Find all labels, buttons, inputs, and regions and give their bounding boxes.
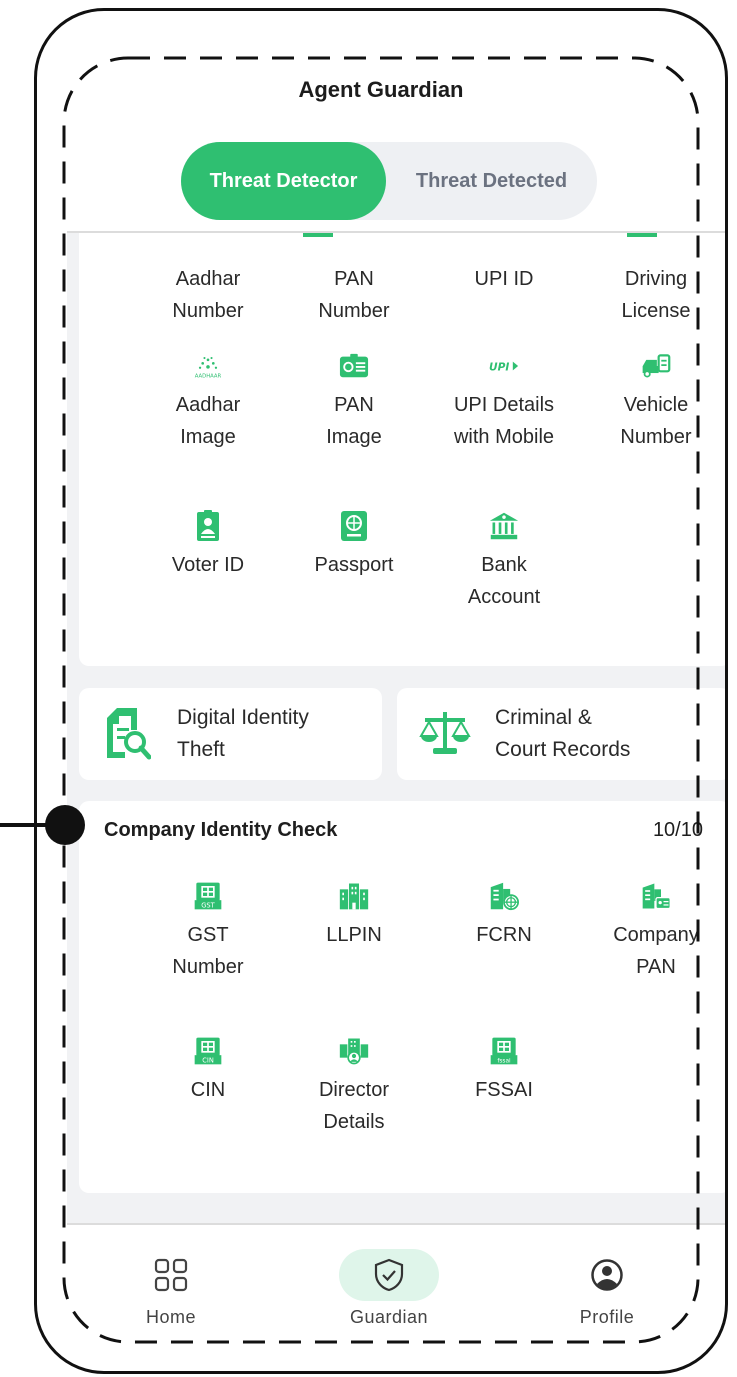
item-aadhar-number[interactable]: Aadhar Number bbox=[143, 263, 273, 327]
fssai-icon: fssai bbox=[489, 1036, 519, 1066]
digital-identity-theft-card[interactable]: Digital Identity Theft bbox=[79, 688, 382, 780]
item-gst-number[interactable]: GST GST Number bbox=[143, 881, 273, 983]
item-label: PAN Number bbox=[318, 268, 390, 322]
profile-icon bbox=[557, 1249, 657, 1301]
voter-id-icon bbox=[193, 510, 223, 541]
bottom-nav-divider bbox=[67, 1223, 725, 1225]
item-passport[interactable]: Passport bbox=[289, 511, 419, 581]
item-cin[interactable]: CIN CIN bbox=[143, 1036, 273, 1106]
item-label: FCRN bbox=[476, 924, 532, 946]
item-label: Passport bbox=[314, 554, 394, 576]
cut-icon bbox=[627, 233, 657, 237]
cut-icon bbox=[303, 233, 333, 237]
cin-icon-text: CIN bbox=[202, 1057, 214, 1065]
criminal-court-records-card[interactable]: Criminal & Court Records bbox=[397, 688, 725, 780]
gst-icon-text: GST bbox=[201, 902, 215, 910]
item-fcrn[interactable]: FCRN bbox=[439, 881, 569, 951]
item-label: Aadhar Number bbox=[172, 268, 244, 322]
item-voter-id[interactable]: Voter ID bbox=[143, 510, 273, 581]
vehicle-icon bbox=[641, 351, 671, 381]
shield-check-icon bbox=[339, 1249, 439, 1301]
scales-icon bbox=[419, 710, 471, 761]
item-label: GST Number bbox=[172, 924, 244, 978]
callout-marker bbox=[45, 805, 85, 845]
nav-profile-label: Profile bbox=[579, 1307, 635, 1327]
cin-icon: CIN bbox=[193, 1036, 223, 1066]
item-label: UPI ID bbox=[474, 268, 534, 290]
criminal-court-label: Criminal & Court Records bbox=[495, 706, 631, 761]
item-label: Director Details bbox=[318, 1079, 389, 1133]
company-identity-card: Company Identity Check 10/10 GST GST Num… bbox=[79, 801, 725, 1193]
item-vehicle-number[interactable]: Vehicle Number bbox=[591, 351, 721, 453]
item-upi-details[interactable]: UPI UPI Details with Mobile bbox=[439, 351, 569, 453]
upi-logo-icon: UPI bbox=[489, 351, 519, 381]
pan-card-icon bbox=[339, 351, 369, 381]
phone-frame: Agent Guardian Threat Detector Threat De… bbox=[34, 8, 728, 1374]
item-label: CIN bbox=[190, 1079, 226, 1101]
item-fssai[interactable]: fssai FSSAI bbox=[439, 1036, 569, 1106]
upi-logo-text: UPI bbox=[489, 361, 509, 373]
item-label: FSSAI bbox=[475, 1079, 533, 1101]
home-icon bbox=[121, 1249, 221, 1301]
passport-icon bbox=[339, 511, 369, 541]
item-label: Company PAN bbox=[613, 924, 699, 978]
item-label: Driving License bbox=[621, 268, 691, 322]
tab-threat-detected[interactable]: Threat Detected bbox=[386, 142, 597, 220]
nav-home[interactable]: Home bbox=[111, 1249, 231, 1328]
item-company-pan[interactable]: Company PAN bbox=[591, 881, 721, 983]
item-label: LLPIN bbox=[326, 924, 382, 946]
building-globe-icon bbox=[489, 881, 519, 911]
company-card-title: Company Identity Check bbox=[104, 819, 338, 841]
document-search-icon bbox=[103, 708, 152, 765]
digital-identity-label: Digital Identity Theft bbox=[177, 706, 309, 761]
nav-home-label: Home bbox=[145, 1307, 196, 1327]
bank-icon bbox=[489, 511, 519, 541]
item-pan-number[interactable]: PAN Number bbox=[289, 263, 419, 327]
item-llpin[interactable]: LLPIN bbox=[289, 881, 419, 951]
page-title: Agent Guardian bbox=[298, 77, 464, 102]
identity-card: Aadhar Number PAN Number UPI ID Driving … bbox=[79, 233, 725, 666]
nav-profile[interactable]: Profile bbox=[547, 1249, 667, 1328]
screen: Agent Guardian Threat Detector Threat De… bbox=[37, 11, 725, 1371]
item-director-details[interactable]: Director Details bbox=[289, 1036, 419, 1138]
fssai-icon-text: fssai bbox=[497, 1059, 511, 1065]
nav-guardian-label: Guardian bbox=[349, 1307, 429, 1327]
item-label: Voter ID bbox=[171, 554, 245, 576]
building-card-icon bbox=[641, 881, 671, 911]
gst-icon: GST bbox=[193, 881, 223, 911]
item-aadhar-image[interactable]: AADHAAR Aadhar Image bbox=[143, 351, 273, 453]
building-person-icon bbox=[339, 1036, 369, 1066]
company-check-count: 10/10 bbox=[652, 819, 703, 841]
item-bank-account[interactable]: Bank Account bbox=[439, 511, 569, 613]
item-upi-id[interactable]: UPI ID bbox=[439, 263, 569, 295]
item-label: Aadhar Image bbox=[175, 394, 241, 448]
aadhaar-logo-text: AADHAAR bbox=[195, 373, 222, 379]
buildings-icon bbox=[339, 881, 369, 911]
aadhaar-logo-icon: AADHAAR bbox=[193, 351, 223, 381]
nav-guardian[interactable]: Guardian bbox=[329, 1249, 449, 1328]
item-pan-image[interactable]: PAN Image bbox=[289, 351, 419, 453]
item-label: Vehicle Number bbox=[620, 394, 692, 448]
threat-toggle[interactable]: Threat Detector Threat Detected bbox=[181, 142, 597, 220]
item-label: UPI Details with Mobile bbox=[453, 394, 555, 448]
item-label: Bank Account bbox=[467, 554, 541, 608]
item-label: PAN Image bbox=[326, 394, 382, 448]
tab-threat-detector[interactable]: Threat Detector bbox=[181, 142, 386, 220]
item-driving-license[interactable]: Driving License bbox=[591, 263, 721, 327]
